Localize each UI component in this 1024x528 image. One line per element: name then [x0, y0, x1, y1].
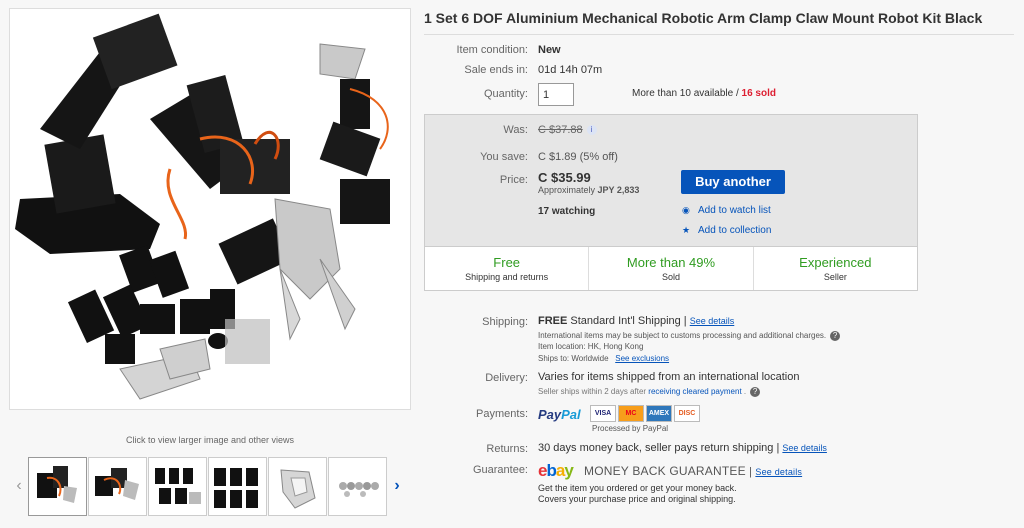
customs-note-text: International items may be subject to cu… — [538, 331, 827, 341]
paypal-logo-pal: Pal — [561, 407, 581, 422]
star-icon: ★ — [682, 225, 691, 235]
ships-to: Ships to: Worldwide See exclusions — [538, 354, 669, 363]
paypal-logo: PayPal — [538, 407, 581, 422]
ebay-logo-y: y — [564, 461, 574, 480]
watch-list-label: Add to watch list — [698, 205, 771, 216]
mbg-text: MONEY BACK GUARANTEE — [584, 464, 746, 478]
guarantee-line-2: Covers your purchase price and original … — [538, 494, 736, 504]
delivery-value: Varies for items shipped from an interna… — [538, 371, 800, 383]
info-icon[interactable]: i — [586, 125, 597, 136]
was-price: C $37.88 i — [538, 124, 597, 136]
thumbnail-2[interactable] — [88, 456, 147, 516]
guarantee-label: Guarantee: — [472, 464, 528, 476]
title-divider — [424, 34, 1014, 35]
returns-details-link[interactable]: See details — [782, 443, 827, 453]
thumbnail-1[interactable] — [28, 456, 87, 516]
delivery-note: Seller ships within 2 days after receivi… — [538, 387, 761, 397]
price-value: C $35.99 — [538, 170, 591, 185]
availability-text: More than 10 available / — [632, 88, 742, 99]
customs-note: International items may be subject to cu… — [538, 331, 841, 341]
condition-value: New — [538, 44, 561, 56]
was-price-value: C $37.88 — [538, 124, 583, 136]
stat-headline: Free — [493, 255, 521, 270]
guarantee-details-link[interactable]: See details — [755, 467, 802, 477]
mbg-sep: | — [745, 466, 756, 478]
stat-seller: Experienced Seller — [754, 247, 917, 290]
approx-price: Approximately JPY 2,833 — [538, 185, 639, 195]
delivery-label: Delivery: — [485, 372, 528, 384]
ships-to-text: Ships to: Worldwide — [538, 354, 609, 363]
item-location: Item location: HK, Hong Kong — [538, 342, 644, 351]
stat-caption: Seller — [823, 272, 847, 282]
delivery-note-end: . — [741, 387, 747, 397]
exclusions-link[interactable]: See exclusions — [615, 354, 669, 363]
shipping-free: FREE — [538, 315, 568, 327]
help-icon[interactable]: ? — [830, 331, 841, 341]
discover-icon: DISC — [674, 405, 700, 422]
thumbnail-5[interactable] — [268, 456, 327, 516]
paypal-logo-pay: Pay — [538, 407, 562, 422]
stat-sold: More than 49% Sold — [589, 247, 754, 290]
processed-by-paypal: Processed by PayPal — [592, 424, 669, 433]
sale-ends-label: Sale ends in: — [464, 64, 528, 76]
returns-label: Returns: — [486, 443, 528, 455]
mastercard-icon: MC — [618, 405, 644, 422]
item-title: 1 Set 6 DOF Aluminium Mechanical Robotic… — [424, 10, 983, 26]
guarantee-line-1: Get the item you ordered or get your mon… — [538, 483, 737, 493]
collection-label: Add to collection — [698, 225, 772, 236]
returns-value: 30 days money back, seller pays return s… — [538, 442, 827, 454]
chevron-right-icon[interactable]: › — [388, 456, 406, 516]
stat-caption: Sold — [661, 272, 680, 282]
visa-icon: VISA — [590, 405, 616, 422]
watching-count: 17 watching — [538, 206, 596, 217]
shipping-details-link[interactable]: See details — [690, 316, 735, 326]
you-save-value: C $1.89 (5% off) — [538, 151, 618, 163]
money-back-guarantee: MONEY BACK GUARANTEE | See details — [584, 464, 802, 478]
thumbnail-strip: ‹ › — [10, 456, 406, 516]
robot-arm-picture — [15, 13, 390, 400]
buy-another-button[interactable]: Buy another — [681, 170, 785, 194]
shipping-value: FREE Standard Int'l Shipping | See detai… — [538, 315, 734, 327]
stat-free-shipping: Free Shipping and returns — [425, 247, 590, 290]
shipping-sep: | — [680, 315, 690, 327]
chevron-left-icon[interactable]: ‹ — [10, 456, 28, 516]
stat-headline: More than 49% — [626, 255, 716, 270]
you-save-label: You save: — [480, 151, 528, 163]
condition-label: Item condition: — [456, 44, 528, 56]
approx-value: JPY 2,833 — [597, 185, 640, 195]
quantity-label: Quantity: — [483, 88, 528, 100]
amex-icon: AMEX — [646, 405, 672, 422]
delivery-note-text: Seller ships within 2 days after — [538, 387, 649, 397]
shipping-method: Standard Int'l Shipping — [567, 315, 681, 327]
image-caption: Click to view larger image and other vie… — [125, 435, 295, 445]
ebay-logo: ebay — [538, 461, 574, 481]
sale-ends-value: 01d 14h 07m — [538, 64, 603, 76]
cleared-payment-link[interactable]: receiving cleared payment — [648, 387, 741, 396]
add-to-collection-link[interactable]: ★ Add to collection — [682, 225, 771, 236]
thumbnail-6[interactable] — [328, 456, 387, 516]
availability: More than 10 available / 16 sold — [632, 88, 776, 99]
stat-headline: Experienced — [799, 255, 872, 270]
thumbnail-3[interactable] — [148, 456, 207, 516]
thumbnail-4[interactable] — [208, 456, 267, 516]
quantity-input[interactable] — [538, 83, 574, 106]
was-label: Was: — [503, 124, 528, 136]
eye-icon: ◉ — [682, 205, 690, 215]
main-product-image[interactable] — [9, 8, 411, 410]
shipping-label: Shipping: — [482, 316, 528, 328]
sold-count[interactable]: 16 sold — [742, 88, 776, 99]
payments-label: Payments: — [476, 408, 528, 420]
returns-text: 30 days money back, seller pays return s… — [538, 442, 774, 454]
ebay-logo-b: b — [546, 461, 556, 480]
card-logos: VISA MC AMEX DISC — [590, 405, 700, 422]
price-label: Price: — [499, 174, 528, 186]
add-to-watch-list-link[interactable]: ◉ Add to watch list — [682, 205, 771, 216]
stat-caption: Shipping and returns — [465, 272, 549, 282]
help-icon[interactable]: ? — [750, 387, 761, 397]
approx-text: Approximately — [538, 185, 598, 195]
seller-stats: Free Shipping and returns More than 49% … — [424, 246, 918, 291]
